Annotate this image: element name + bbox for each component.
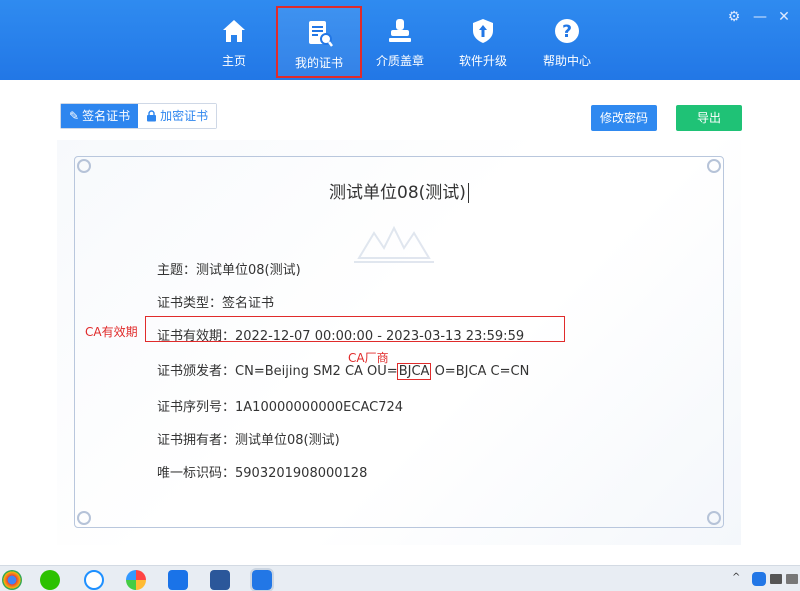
field-serial-key: 证书序列号：: [157, 400, 236, 415]
nav-my-certificate-label: 我的证书: [294, 56, 343, 70]
word-icon[interactable]: [210, 570, 230, 590]
certificate-tabs: ✎ 签名证书 加密证书: [60, 103, 218, 129]
field-unique-id-key: 唯一标识码：: [157, 466, 236, 481]
corner-ornament: [707, 511, 721, 525]
nav-home-label: 主页: [221, 54, 246, 68]
tab-encrypt-certificate[interactable]: 加密证书: [138, 104, 217, 128]
minimize-icon[interactable]: —: [752, 9, 768, 25]
certificate-app-icon[interactable]: [250, 568, 274, 591]
os-taskbar: ^: [0, 565, 800, 591]
nav-media-stamp-label: 介质盖章: [375, 54, 424, 68]
field-unique-id: 唯一标识码：5903201908000128: [157, 462, 367, 481]
lock-icon: [147, 110, 157, 122]
certificate-card: 测试单位08(测试) 主题：测试单位08(测试) 证书类型：签名证书 证书有效期…: [57, 140, 741, 545]
field-issuer-value-vendor: BJCA: [396, 363, 432, 380]
chrome-icon[interactable]: [2, 570, 22, 590]
tray-battery-icon[interactable]: [770, 574, 782, 584]
settings-gear-icon[interactable]: ⚙: [726, 9, 742, 25]
validity-highlight-box: [145, 316, 565, 342]
certificate-title-row: 测试单位08(测试): [57, 178, 741, 203]
upgrade-shield-icon: [473, 19, 493, 43]
nav-home[interactable]: 主页: [192, 6, 276, 78]
svg-text:?: ?: [562, 22, 572, 42]
home-icon: [223, 20, 245, 42]
search-app-icon[interactable]: [84, 570, 104, 590]
top-nav-bar: 主页 我的证书 介质盖章 软件升级 ? 帮助中心 ⚙ — ✕: [0, 0, 800, 80]
tray-network-icon[interactable]: [786, 574, 798, 584]
text-cursor: [467, 183, 469, 203]
field-serial-number: 证书序列号：1A10000000000ECAC724: [157, 396, 403, 415]
nav-help-center-label: 帮助中心: [542, 54, 591, 68]
nav-my-certificate[interactable]: 我的证书: [276, 6, 362, 78]
export-button[interactable]: 导出: [676, 105, 742, 131]
field-cert-type-key: 证书类型：: [157, 296, 223, 311]
stamp-icon: [389, 19, 411, 42]
field-unique-id-value: 5903201908000128: [235, 466, 368, 481]
watermark-emblem: [354, 225, 434, 263]
field-owner-value: 测试单位08(测试): [235, 433, 340, 448]
field-cert-type-value: 签名证书: [222, 296, 275, 311]
field-issuer-value-suffix: O=BJCA C=CN: [430, 364, 530, 379]
corner-ornament: [77, 159, 91, 173]
modify-password-button[interactable]: 修改密码: [591, 105, 657, 131]
nav-media-stamp[interactable]: 介质盖章: [358, 6, 442, 78]
tab-sign-certificate-label: 签名证书: [82, 109, 131, 123]
field-subject-value: 测试单位08(测试): [196, 263, 301, 278]
close-icon[interactable]: ✕: [776, 9, 792, 25]
tray-shield-icon[interactable]: [752, 572, 766, 586]
tab-sign-certificate[interactable]: ✎ 签名证书: [61, 104, 139, 128]
app-icon[interactable]: [168, 570, 188, 590]
field-cert-type: 证书类型：签名证书: [157, 292, 274, 311]
field-owner: 证书拥有者：测试单位08(测试): [157, 429, 340, 448]
nav-software-upgrade[interactable]: 软件升级: [441, 6, 525, 78]
field-issuer: 证书颁发者：CN=Beijing SM2 CA OU=BJCA O=BJCA C…: [157, 360, 530, 380]
nav-help-center[interactable]: ? 帮助中心: [525, 6, 609, 78]
tab-encrypt-certificate-label: 加密证书: [160, 109, 209, 123]
field-issuer-key: 证书颁发者：: [157, 364, 236, 379]
annotation-vendor: CA厂商: [348, 351, 389, 365]
field-subject: 主题：测试单位08(测试): [157, 259, 301, 278]
tray-chevron-icon[interactable]: ^: [732, 572, 740, 583]
certificate-title: 测试单位08(测试): [329, 183, 466, 203]
field-issuer-value-prefix: CN=Beijing SM2 CA OU=: [235, 364, 398, 379]
corner-ornament: [77, 511, 91, 525]
nav-software-upgrade-label: 软件升级: [458, 54, 507, 68]
field-owner-key: 证书拥有者：: [157, 433, 236, 448]
help-icon: ?: [555, 19, 579, 43]
wechat-icon[interactable]: [40, 570, 60, 590]
field-serial-value: 1A10000000000ECAC724: [235, 400, 404, 415]
pen-icon: ✎: [69, 109, 80, 123]
annotation-validity: CA有效期: [85, 325, 138, 339]
field-subject-key: 主题：: [157, 263, 197, 278]
main-panel: ✎ 签名证书 加密证书 修改密码 导出 测试单位08(测试) 主题：测试单位08…: [0, 80, 800, 565]
browser-icon[interactable]: [126, 570, 146, 590]
certificate-icon: [309, 21, 333, 47]
corner-ornament: [707, 159, 721, 173]
